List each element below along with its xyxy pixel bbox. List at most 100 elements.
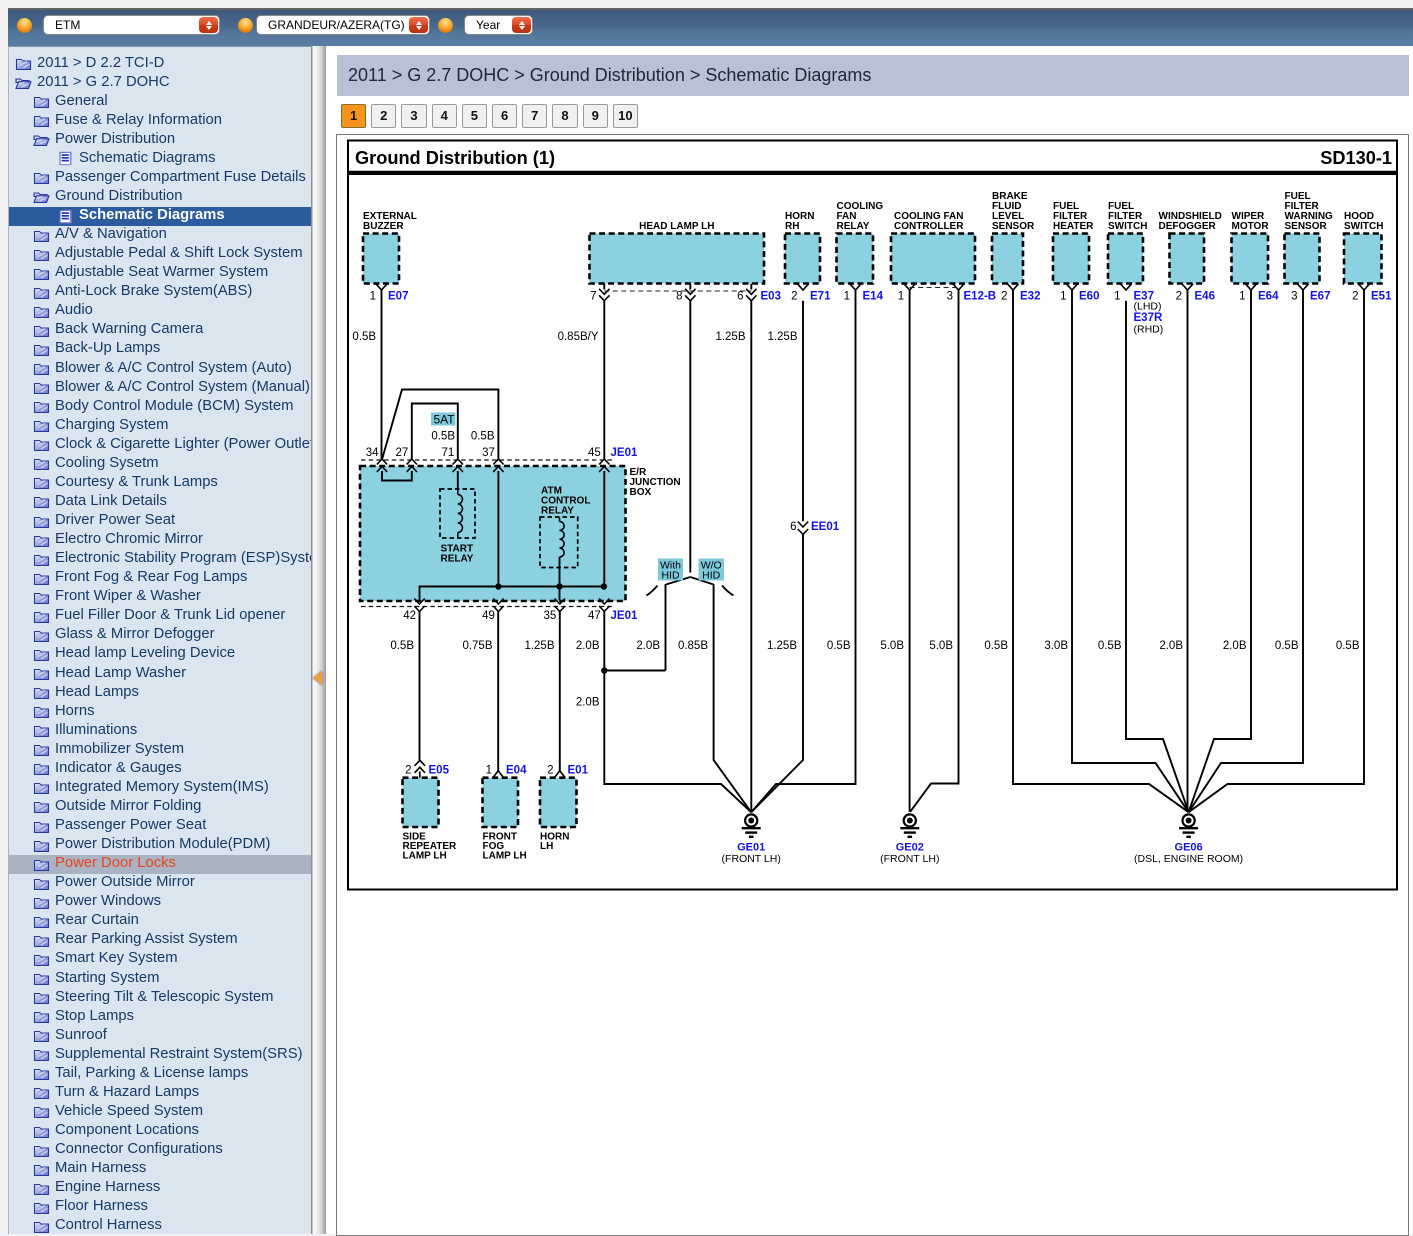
svg-text:2: 2 [1001,291,1007,303]
svg-text:1: 1 [898,291,904,303]
svg-text:(DSL, ENGINE ROOM): (DSL, ENGINE ROOM) [1134,853,1243,865]
svg-text:0.5B: 0.5B [984,640,1008,652]
svg-text:1.25B: 1.25B [524,640,554,652]
svg-text:E46: E46 [1195,291,1215,303]
svg-text:0.85B/Y: 0.85B/Y [558,331,599,343]
svg-text:E14: E14 [863,291,884,303]
svg-text:E01: E01 [568,765,589,777]
svg-text:1: 1 [844,291,850,303]
svg-text:GE01: GE01 [737,842,765,854]
svg-text:LAMP LH: LAMP LH [403,851,447,862]
svg-text:0.5B: 0.5B [390,640,414,652]
svg-text:E03: E03 [761,291,781,303]
svg-text:RELAY: RELAY [837,221,870,232]
svg-text:HEATER: HEATER [1053,221,1094,232]
svg-text:5.0B: 5.0B [880,640,904,652]
svg-text:(LHD): (LHD) [1134,301,1162,313]
svg-text:GE02: GE02 [896,842,924,854]
svg-text:DEFOGGER: DEFOGGER [1159,221,1217,232]
svg-text:HID: HID [661,570,680,582]
svg-text:3: 3 [1291,291,1297,303]
svg-text:2: 2 [405,765,411,777]
svg-text:2.0B: 2.0B [1159,640,1183,652]
svg-text:42: 42 [403,610,416,622]
svg-text:E71: E71 [810,291,831,303]
svg-text:JE01: JE01 [611,610,638,622]
svg-text:1.25B: 1.25B [715,331,745,343]
svg-text:E37R: E37R [1134,312,1163,324]
svg-text:HEAD LAMP LH: HEAD LAMP LH [639,221,714,232]
svg-text:35: 35 [544,610,557,622]
svg-text:E67: E67 [1310,291,1330,303]
svg-text:0.5B: 0.5B [1275,640,1299,652]
svg-text:47: 47 [588,610,601,622]
svg-text:RELAY: RELAY [541,506,574,517]
svg-text:1: 1 [1114,291,1120,303]
svg-text:SWITCH: SWITCH [1344,221,1383,232]
svg-text:0.85B: 0.85B [678,640,708,652]
svg-text:MOTOR: MOTOR [1232,221,1270,232]
svg-text:1.25B: 1.25B [767,331,797,343]
svg-text:2: 2 [791,291,797,303]
svg-text:BUZZER: BUZZER [363,221,404,232]
svg-text:5AT: 5AT [434,412,456,426]
svg-text:LH: LH [540,841,553,852]
svg-text:SWITCH: SWITCH [1108,221,1147,232]
svg-text:EE01: EE01 [811,521,840,533]
svg-text:(RHD): (RHD) [1134,324,1164,336]
svg-text:8: 8 [676,291,682,303]
svg-text:71: 71 [442,447,455,459]
svg-text:RELAY: RELAY [441,554,474,565]
svg-text:3.0B: 3.0B [1044,640,1068,652]
svg-text:E32: E32 [1020,291,1040,303]
svg-text:E60: E60 [1079,291,1099,303]
svg-text:2.0B: 2.0B [576,640,600,652]
svg-text:3: 3 [947,291,953,303]
svg-text:1.25B: 1.25B [767,640,797,652]
svg-text:2.0B: 2.0B [1223,640,1247,652]
svg-text:E07: E07 [388,291,408,303]
svg-text:45: 45 [588,447,601,459]
svg-text:27: 27 [396,447,409,459]
svg-text:E51: E51 [1371,291,1392,303]
svg-text:5.0B: 5.0B [929,640,953,652]
svg-text:2: 2 [1352,291,1358,303]
svg-text:(FRONT LH): (FRONT LH) [722,853,781,865]
svg-text:GE06: GE06 [1175,842,1203,854]
svg-text:HID: HID [702,570,721,582]
svg-text:E04: E04 [506,765,527,777]
svg-text:2.0B: 2.0B [576,697,600,709]
svg-text:E12-B: E12-B [964,291,997,303]
svg-text:1: 1 [1239,291,1245,303]
svg-text:(FRONT LH): (FRONT LH) [880,853,939,865]
svg-text:SENSOR: SENSOR [1285,221,1328,232]
svg-text:1: 1 [486,765,492,777]
svg-text:0.5B: 0.5B [827,640,851,652]
svg-text:49: 49 [482,610,495,622]
svg-text:RH: RH [785,221,799,232]
svg-text:SD130-1: SD130-1 [1320,148,1392,168]
svg-text:6: 6 [790,521,796,533]
svg-text:1: 1 [1060,291,1066,303]
svg-text:0.5B: 0.5B [1336,640,1360,652]
svg-text:0.5B: 0.5B [431,431,455,443]
svg-text:CONTROLLER: CONTROLLER [894,221,964,232]
svg-text:2.0B: 2.0B [636,640,660,652]
svg-text:6: 6 [737,291,743,303]
svg-text:BOX: BOX [630,487,652,498]
svg-text:0.5B: 0.5B [352,331,376,343]
svg-text:LAMP LH: LAMP LH [483,851,527,862]
svg-text:2: 2 [547,765,553,777]
svg-text:E64: E64 [1258,291,1279,303]
svg-text:2: 2 [1176,291,1182,303]
svg-text:37: 37 [482,447,495,459]
svg-text:SENSOR: SENSOR [992,221,1035,232]
svg-text:0.5B: 0.5B [471,431,495,443]
svg-text:Ground Distribution (1): Ground Distribution (1) [355,148,555,168]
svg-text:JE01: JE01 [611,447,638,459]
svg-text:1: 1 [370,291,376,303]
svg-text:7: 7 [590,291,596,303]
svg-text:E05: E05 [429,765,450,777]
svg-text:34: 34 [366,447,379,459]
svg-text:0.5B: 0.5B [1098,640,1122,652]
